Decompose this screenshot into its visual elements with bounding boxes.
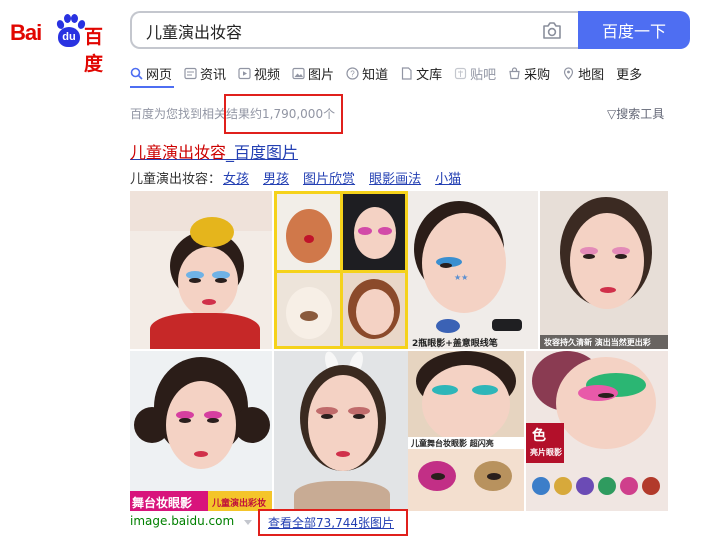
search-input[interactable] (146, 19, 526, 43)
video-icon (238, 67, 251, 80)
map-icon (562, 66, 575, 80)
image-gallery: ★★ 2瓶眼影+盖意眼线笔 妆容持久清新 演出当然更出彩 舞台妆眼影 儿童演出彩… (130, 191, 668, 511)
related-link-boy[interactable]: 男孩 (263, 168, 289, 187)
tab-label: 文库 (416, 67, 443, 83)
tab-zhidao[interactable]: ? 知道 (346, 63, 388, 83)
tab-map[interactable]: 地图 (562, 63, 604, 83)
tab-label: 地图 (578, 67, 605, 83)
tab-label: 视频 (254, 67, 281, 83)
logo-text-du: du (62, 31, 76, 43)
search-button[interactable]: 百度一下 (578, 11, 690, 49)
baidu-logo[interactable]: Bai du 百度 (10, 14, 114, 75)
image-caption: 儿童演出彩妆 (212, 499, 267, 509)
active-tab-indicator (130, 86, 174, 88)
annotation-box-stats (224, 94, 343, 134)
tab-more[interactable]: 更多 (616, 63, 642, 83)
tab-caigou[interactable]: 采购 (508, 63, 550, 83)
logo-text-bai: Bai (10, 20, 42, 45)
image-caption: 儿童舞台妆眼影 超闪亮 (411, 439, 494, 448)
related-link-eyeshadow[interactable]: 眼影画法 (369, 168, 421, 187)
image-caption: 亮片眼影 (530, 448, 562, 457)
gallery-image[interactable]: 舞台妆眼影 儿童演出彩妆 (130, 351, 272, 511)
camera-icon[interactable] (542, 22, 562, 39)
tab-web[interactable]: 网页 (130, 63, 172, 83)
logo-text-cn: 百度 (84, 26, 103, 75)
search-box (130, 11, 580, 49)
tab-label: 采购 (524, 67, 551, 83)
filter-icon: ▽ (607, 107, 617, 121)
tab-label: 贴吧 (470, 67, 497, 83)
result-title-rest: _百度图片 (226, 143, 299, 162)
related-searches: 儿童演出妆容： 女孩 男孩 图片欣赏 眼影画法 小猫 (130, 168, 475, 187)
related-link-girl[interactable]: 女孩 (223, 168, 249, 187)
search-icon (130, 67, 143, 80)
image-caption: 2瓶眼影+盖意眼线笔 (412, 339, 498, 349)
image-icon (292, 67, 305, 80)
svg-text:?: ? (350, 69, 355, 78)
caret-down-icon[interactable] (244, 520, 252, 525)
document-icon (400, 66, 413, 80)
tieba-icon (454, 67, 467, 80)
related-link-gallery[interactable]: 图片欣赏 (303, 168, 355, 187)
tab-tieba[interactable]: 贴吧 (454, 63, 496, 83)
shopping-icon (508, 66, 521, 80)
tab-video[interactable]: 视频 (238, 63, 280, 83)
search-tools-button[interactable]: ▽搜索工具 (607, 105, 664, 122)
image-caption: 妆容持久清新 演出当然更出彩 (544, 338, 651, 347)
related-label: 儿童演出妆容： (130, 172, 222, 187)
tab-label: 网页 (146, 67, 173, 83)
gallery-image[interactable]: 妆容持久清新 演出当然更出彩 (540, 191, 668, 349)
result-title-link[interactable]: 儿童演出妆容_百度图片 (130, 139, 298, 163)
result-source-url[interactable]: image.baidu.com (130, 514, 234, 528)
tab-wenku[interactable]: 文库 (400, 63, 442, 83)
gallery-image[interactable] (274, 351, 408, 511)
image-caption: 色 (532, 428, 546, 444)
gallery-image[interactable] (130, 191, 272, 349)
paw-icon: du (54, 14, 87, 50)
news-icon (184, 67, 197, 80)
search-tabs: 网页 资讯 视频 图片 ? 知道 文库 贴吧 采购 地图 更多 (130, 63, 654, 83)
gallery-image[interactable]: 色 亮片眼影 (526, 351, 668, 511)
related-link-kitten[interactable]: 小猫 (435, 168, 461, 187)
tab-news[interactable]: 资讯 (184, 63, 226, 83)
result-title-highlight: 儿童演出妆容 (130, 143, 227, 162)
tab-label: 图片 (308, 67, 335, 83)
gallery-image[interactable]: ★★ 2瓶眼影+盖意眼线笔 (408, 191, 538, 349)
annotation-box-view-all (258, 509, 408, 536)
tab-label: 更多 (616, 67, 643, 83)
question-icon: ? (346, 66, 359, 80)
tab-label: 资讯 (200, 67, 227, 83)
gallery-image[interactable]: 儿童舞台妆眼影 超闪亮 (408, 351, 524, 511)
tab-images[interactable]: 图片 (292, 63, 334, 83)
tab-label: 知道 (362, 67, 389, 83)
image-caption: 舞台妆眼影 (132, 496, 193, 510)
search-tools-label: 搜索工具 (616, 107, 665, 121)
gallery-image[interactable] (274, 191, 408, 349)
